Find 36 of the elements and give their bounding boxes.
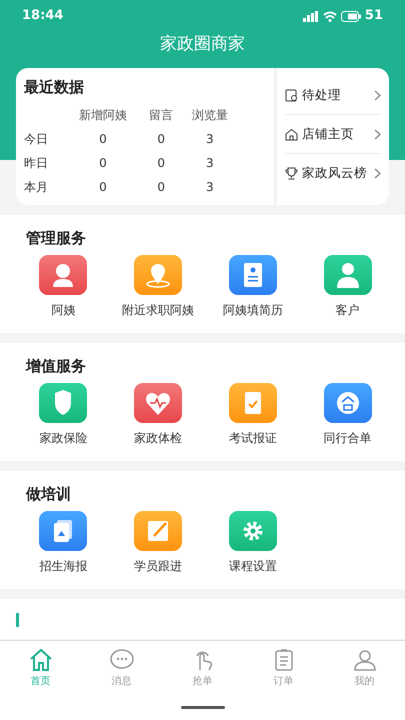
trophy-icon	[285, 167, 298, 180]
row-label: 今日	[24, 132, 48, 146]
table-cell: 0	[99, 132, 107, 146]
section-accent	[16, 613, 19, 627]
section-title: 做培训	[26, 485, 71, 503]
chevron-icon	[374, 128, 381, 140]
status-time: 18:44	[22, 7, 64, 26]
chevron-icon	[374, 168, 381, 179]
column-header: 留言	[149, 108, 174, 122]
signal-icon	[302, 10, 319, 22]
wifi-icon	[322, 10, 337, 22]
table-cell: 0	[157, 180, 166, 194]
row-label: 昨日	[24, 156, 48, 170]
card-title: 最近数据	[24, 78, 84, 96]
menu-link[interactable]: 待处理	[285, 76, 381, 115]
section-title: 管理服务	[26, 229, 86, 247]
menu-link[interactable]: 店铺主页	[285, 115, 381, 154]
table-cell: 3	[206, 132, 214, 146]
chevron-icon	[374, 90, 381, 100]
column-header: 浏览量	[192, 108, 228, 122]
menu-link[interactable]: 家政风云榜	[285, 154, 381, 193]
app-title: 家政圈商家	[160, 34, 245, 54]
table-cell: 0	[157, 132, 166, 146]
section-title: 增值服务	[26, 357, 86, 375]
table-cell: 0	[99, 180, 107, 194]
service-button[interactable]: 附近求职阿姨	[122, 255, 194, 319]
battery-level: 51	[364, 7, 383, 26]
table-cell: 3	[206, 156, 214, 170]
table-cell: 0	[99, 156, 107, 170]
table-cell: 0	[157, 156, 166, 170]
home-icon	[285, 128, 298, 140]
table-cell: 3	[206, 180, 214, 194]
row-label: 本月	[24, 180, 48, 194]
home-indicator	[180, 706, 224, 709]
column-header: 新增阿姨	[78, 108, 127, 122]
battery-icon	[340, 10, 361, 22]
